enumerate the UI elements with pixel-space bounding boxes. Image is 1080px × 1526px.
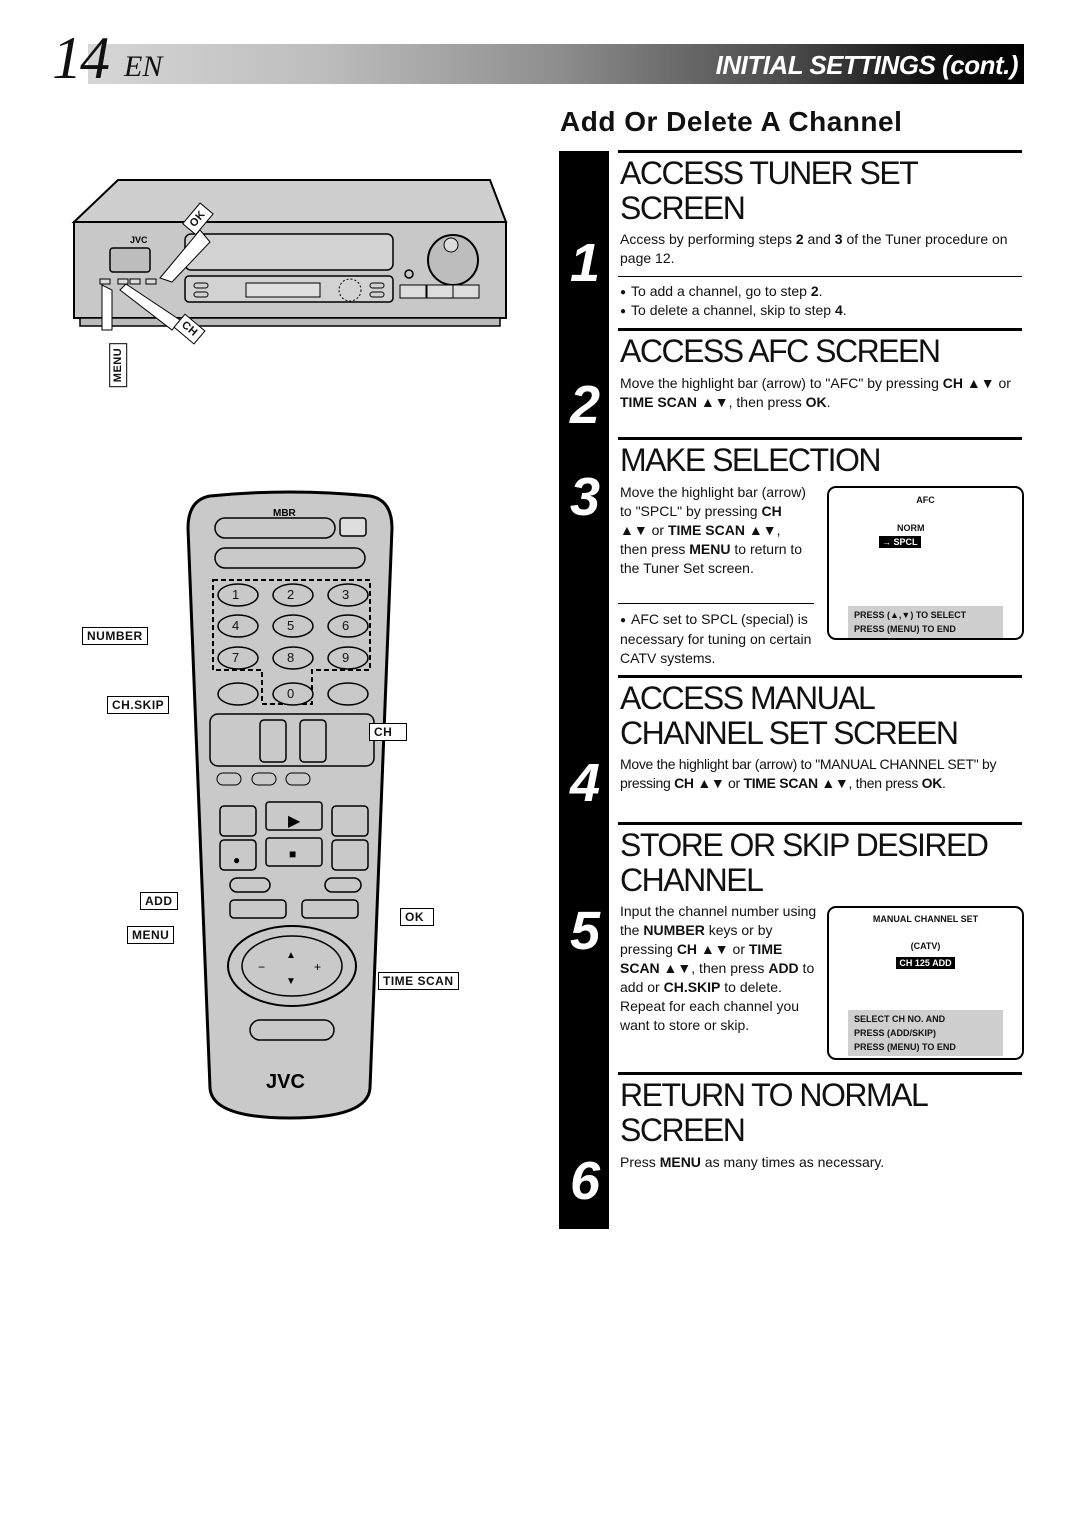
svg-text:−: − — [258, 960, 265, 974]
key-5[interactable]: 5 — [287, 618, 294, 633]
step-sub-divider — [618, 276, 1022, 277]
step-number-1: 1 — [569, 233, 601, 293]
step-5-text: Input the channel number using the NUMBE… — [620, 903, 817, 1033]
osd-option-spcl-selected: → SPCL — [879, 536, 921, 548]
remote-illustration: ▶ ■ ● ▲ ▼ − + JVC MBR 1 2 3 4 5 6 7 8 9 … — [70, 488, 470, 1128]
step-divider — [618, 150, 1022, 153]
step-number-column — [559, 151, 609, 1229]
osd-title: MANUAL CHANNEL SET — [872, 914, 979, 924]
remote-callout-time-scan: TIME SCAN — [378, 972, 459, 990]
step-2-text: Move the highlight bar (arrow) to "AFC" … — [620, 375, 1011, 410]
vcr-brand-logo: JVC — [130, 235, 148, 245]
osd-footer-line: SELECT CH NO. AND — [854, 1014, 946, 1024]
svg-text:▶: ▶ — [288, 813, 301, 830]
osd-footer-line: PRESS (▲,▼) TO SELECT — [854, 610, 967, 620]
remote-drawing: ▶ ■ ● ▲ ▼ − + JVC MBR — [186, 490, 394, 1120]
remote-callout-number: NUMBER — [82, 627, 148, 645]
step-divider — [618, 675, 1022, 678]
step-4-title-line2: CHANNEL SET SCREEN — [620, 715, 959, 751]
osd-footer: SELECT CH NO. AND PRESS (ADD/SKIP) PRESS… — [848, 1010, 1003, 1056]
key-9[interactable]: 9 — [342, 650, 349, 665]
key-7[interactable]: 7 — [232, 650, 239, 665]
osd-catv-label: (CATV) — [910, 941, 941, 951]
page-language: EN — [124, 50, 163, 83]
remote-callout-add: ADD — [140, 892, 178, 910]
step-3-title: MAKE SELECTION — [620, 442, 881, 478]
step-1-title-line2: SCREEN — [620, 190, 746, 226]
key-3[interactable]: 3 — [342, 587, 349, 602]
osd-footer-line: PRESS (ADD/SKIP) — [854, 1028, 937, 1038]
svg-text:▼: ▼ — [286, 976, 296, 987]
osd-option-norm: NORM — [897, 523, 925, 533]
step-number-6: 6 — [569, 1151, 601, 1211]
page-subtitle: Add Or Delete A Channel — [560, 106, 903, 137]
remote-callout-ch-skip: CH.SKIP — [107, 696, 170, 714]
step-4-title-line1: ACCESS MANUAL — [620, 680, 876, 716]
step-number-5: 5 — [569, 901, 601, 961]
svg-text:■: ■ — [289, 847, 296, 861]
key-2[interactable]: 2 — [287, 587, 294, 602]
step-6-text: Press MENU as many times as necessary. — [620, 1154, 885, 1170]
step-divider — [618, 1072, 1022, 1075]
step-1-text: Access by performing steps 2 and 3 of th… — [620, 231, 1008, 266]
step-2-title: ACCESS AFC SCREEN — [620, 333, 941, 369]
osd-channel-selected: CH 125 ADD — [896, 957, 955, 969]
remote-brand-logo: JVC — [266, 1071, 305, 1093]
svg-text:●: ● — [233, 853, 240, 867]
key-8[interactable]: 8 — [287, 650, 294, 665]
step-number-2: 2 — [569, 375, 601, 435]
step-4-text: Move the highlight bar (arrow) to "MANUA… — [620, 756, 997, 791]
key-1[interactable]: 1 — [232, 587, 239, 602]
remote-top-logo: MBR — [273, 508, 297, 519]
step-6-title-line1: RETURN TO NORMAL — [620, 1077, 929, 1113]
step-1-bullet-1: To add a channel, go to step 2. — [620, 282, 823, 302]
osd-footer: PRESS (▲,▼) TO SELECT PRESS (MENU) TO EN… — [848, 606, 1003, 638]
step-number-4: 4 — [569, 753, 601, 813]
remote-callout-menu: MENU — [127, 926, 175, 944]
osd-footer-line: PRESS (MENU) TO END — [854, 624, 956, 634]
key-6[interactable]: 6 — [342, 618, 349, 633]
remote-callout-ok: OK — [400, 908, 434, 926]
step-sub-divider — [618, 603, 814, 604]
osd-footer-line: PRESS (MENU) TO END — [854, 1042, 956, 1052]
vcr-callout-menu: MENU — [109, 342, 128, 388]
key-0[interactable]: 0 — [287, 686, 294, 701]
vcr-drawing: JVC — [71, 179, 508, 331]
step-3-text: Move the highlight bar (arrow) to "SPCL"… — [620, 484, 806, 576]
svg-text:▲: ▲ — [286, 950, 296, 961]
step-3-bullet-1: AFC set to SPCL (special) is necessary f… — [620, 610, 816, 668]
step-1-title-line1: ACCESS TUNER SET — [620, 155, 919, 191]
step-6-title-line2: SCREEN — [620, 1112, 746, 1148]
afc-osd-screen: AFC NORM → SPCL PRESS (▲,▼) TO SELECT PR… — [827, 486, 1024, 640]
step-5-title-line2: CHANNEL — [620, 862, 764, 898]
step-1-bullet-2: To delete a channel, skip to step 4. — [620, 301, 847, 321]
step-divider — [618, 822, 1022, 825]
step-divider — [618, 437, 1022, 440]
vcr-illustration: JVC OK CH MENU — [60, 170, 520, 400]
key-4[interactable]: 4 — [232, 618, 239, 633]
manual-channel-set-osd-screen: MANUAL CHANNEL SET (CATV) CH 125 ADD SEL… — [827, 906, 1024, 1060]
page-number: 14 — [52, 25, 110, 91]
step-divider — [618, 328, 1022, 331]
section-title: INITIAL SETTINGS (cont.) — [715, 50, 1019, 80]
remote-callout-ch: CH — [369, 723, 407, 741]
svg-text:+: + — [314, 960, 321, 974]
step-number-3: 3 — [569, 467, 601, 527]
step-5-title-line1: STORE OR SKIP DESIRED — [620, 827, 989, 863]
osd-title: AFC — [916, 495, 935, 505]
